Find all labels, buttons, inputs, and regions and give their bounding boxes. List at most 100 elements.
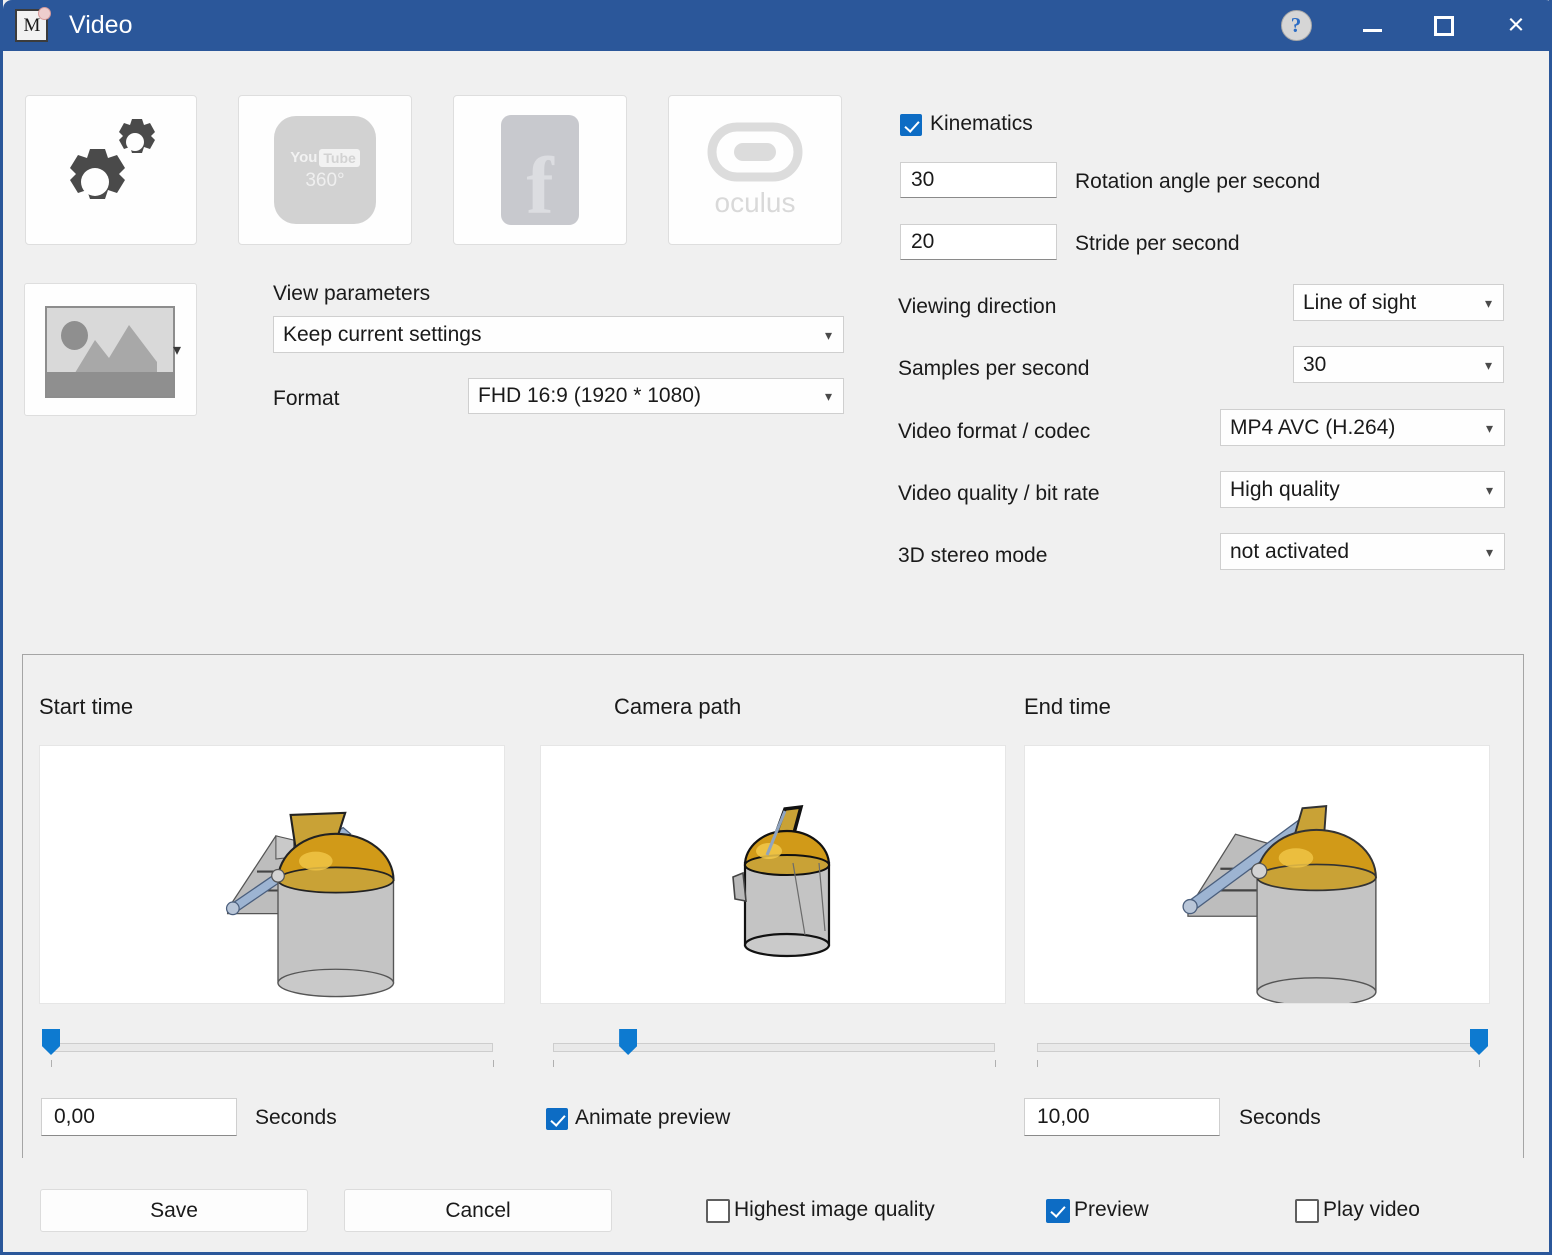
help-button[interactable]: ? bbox=[1269, 0, 1323, 51]
format-select[interactable]: FHD 16:9 (1920 * 1080) ▾ bbox=[468, 378, 844, 414]
camera-path-title: Camera path bbox=[614, 694, 742, 719]
video-codec-select[interactable]: MP4 AVC (H.264) ▾ bbox=[1220, 409, 1505, 446]
rotation-angle-value: 30 bbox=[911, 168, 935, 191]
help-glyph: ? bbox=[1290, 13, 1302, 37]
video-quality-label: Video quality / bit rate bbox=[898, 482, 1100, 505]
highest-image-quality-label: Highest image quality bbox=[734, 1198, 935, 1221]
chevron-down-icon: ▾ bbox=[1485, 481, 1493, 498]
model-preview-camera bbox=[732, 804, 831, 958]
viewing-direction-value: Line of sight bbox=[1303, 290, 1417, 314]
slider-tick bbox=[1479, 1060, 1480, 1067]
chevron-down-icon[interactable]: ▾ bbox=[173, 340, 181, 360]
end-seconds-value: 10,00 bbox=[1037, 1105, 1090, 1128]
oculus-text: oculus bbox=[714, 187, 796, 218]
title-bar: M Video ? × bbox=[3, 0, 1549, 51]
chevron-down-icon: ▾ bbox=[1484, 356, 1492, 373]
format-label: Format bbox=[273, 387, 340, 410]
samples-per-second-label: Samples per second bbox=[898, 357, 1090, 380]
save-button[interactable]: Save bbox=[40, 1189, 308, 1232]
end-seconds-label: Seconds bbox=[1239, 1106, 1321, 1129]
help-icon: ? bbox=[1280, 10, 1312, 41]
play-video-label: Play video bbox=[1323, 1198, 1420, 1221]
gears-icon bbox=[70, 119, 155, 199]
image-landscape-icon bbox=[45, 306, 175, 398]
end-time-title: End time bbox=[1024, 694, 1111, 719]
video-quality-value: High quality bbox=[1230, 477, 1340, 501]
highest-image-quality-checkbox[interactable] bbox=[706, 1199, 730, 1223]
view-parameters-label: View parameters bbox=[273, 282, 431, 305]
oculus-headset-icon bbox=[707, 122, 803, 182]
camera-path-viewport[interactable] bbox=[540, 745, 1006, 1004]
video-codec-value: MP4 AVC (H.264) bbox=[1230, 415, 1396, 439]
window-title: Video bbox=[69, 11, 133, 39]
end-seconds-input[interactable]: 10,00 bbox=[1024, 1098, 1220, 1136]
stereo-mode-value: not activated bbox=[1230, 539, 1350, 563]
end-time-slider[interactable] bbox=[1037, 1029, 1488, 1067]
stereo-mode-select[interactable]: not activated ▾ bbox=[1220, 533, 1505, 570]
rotation-angle-label: Rotation angle per second bbox=[1075, 170, 1321, 193]
start-seconds-value: 0,00 bbox=[54, 1105, 95, 1128]
slider-tick bbox=[553, 1060, 554, 1067]
start-time-viewport[interactable] bbox=[39, 745, 505, 1004]
kinematics-checkbox[interactable] bbox=[900, 114, 922, 136]
view-preview-thumbnail[interactable] bbox=[24, 283, 197, 416]
video-export-dialog: M Video ? × You Tube 360° f oculus ▾ Vie… bbox=[0, 0, 1552, 1255]
ground-shape bbox=[47, 372, 173, 396]
format-value: FHD 16:9 (1920 * 1080) bbox=[478, 384, 701, 407]
samples-per-second-select[interactable]: 30 ▾ bbox=[1293, 346, 1504, 383]
end-time-viewport[interactable] bbox=[1024, 745, 1490, 1004]
tile-youtube-360[interactable]: You Tube 360° bbox=[238, 95, 412, 245]
close-button[interactable]: × bbox=[1485, 0, 1547, 51]
minimize-button[interactable] bbox=[1341, 0, 1403, 51]
start-seconds-input[interactable]: 0,00 bbox=[41, 1098, 237, 1136]
chevron-down-icon: ▾ bbox=[1484, 294, 1492, 311]
chevron-down-icon: ▾ bbox=[824, 326, 832, 343]
stereo-mode-label: 3D stereo mode bbox=[898, 544, 1048, 567]
play-video-checkbox[interactable] bbox=[1295, 1199, 1319, 1223]
view-parameters-value: Keep current settings bbox=[283, 322, 482, 346]
chevron-down-icon: ▾ bbox=[824, 388, 832, 404]
animate-preview-checkbox[interactable] bbox=[546, 1108, 568, 1130]
start-seconds-label: Seconds bbox=[255, 1106, 337, 1129]
slider-tick bbox=[995, 1060, 996, 1067]
tile-oculus[interactable]: oculus bbox=[668, 95, 842, 245]
camera-path-slider[interactable] bbox=[553, 1029, 996, 1067]
viewing-direction-label: Viewing direction bbox=[898, 295, 1057, 318]
app-icon: M bbox=[15, 7, 51, 42]
slider-tick bbox=[493, 1060, 494, 1067]
slider-track bbox=[1037, 1043, 1479, 1052]
tile-settings[interactable] bbox=[25, 95, 197, 245]
slider-tick bbox=[1037, 1060, 1038, 1067]
youtube-you-text: You bbox=[290, 149, 318, 166]
samples-per-second-value: 30 bbox=[1303, 352, 1327, 376]
viewing-direction-select[interactable]: Line of sight ▾ bbox=[1293, 284, 1504, 321]
chevron-down-icon: ▾ bbox=[1485, 419, 1493, 436]
maximize-button[interactable] bbox=[1413, 0, 1475, 51]
preview-label: Preview bbox=[1074, 1198, 1149, 1221]
close-icon: × bbox=[1507, 9, 1525, 41]
slider-tick bbox=[51, 1060, 52, 1067]
stride-input[interactable]: 20 bbox=[900, 224, 1057, 260]
preview-checkbox[interactable] bbox=[1046, 1199, 1070, 1223]
maximize-icon bbox=[1434, 15, 1454, 36]
animate-preview-label: Animate preview bbox=[575, 1106, 731, 1129]
facebook-f-text: f bbox=[526, 140, 554, 232]
model-preview-start bbox=[225, 811, 395, 998]
slider-track bbox=[51, 1043, 493, 1052]
chevron-down-icon: ▾ bbox=[1485, 543, 1493, 560]
cancel-button[interactable]: Cancel bbox=[344, 1189, 612, 1232]
start-time-slider[interactable] bbox=[42, 1029, 494, 1067]
tile-facebook[interactable]: f bbox=[453, 95, 627, 245]
kinematics-label: Kinematics bbox=[930, 112, 1033, 135]
stride-label: Stride per second bbox=[1075, 232, 1240, 255]
rotation-angle-input[interactable]: 30 bbox=[900, 162, 1057, 198]
youtube-360-text: 360° bbox=[305, 169, 345, 191]
minimize-icon bbox=[1362, 29, 1382, 32]
app-icon-letter: M bbox=[23, 14, 41, 36]
oculus-icon: oculus bbox=[707, 121, 803, 219]
start-time-title: Start time bbox=[39, 694, 134, 719]
video-quality-select[interactable]: High quality ▾ bbox=[1220, 471, 1505, 508]
view-parameters-select[interactable]: Keep current settings ▾ bbox=[273, 316, 844, 353]
video-codec-label: Video format / codec bbox=[898, 420, 1091, 443]
model-preview-end bbox=[1182, 805, 1377, 1003]
